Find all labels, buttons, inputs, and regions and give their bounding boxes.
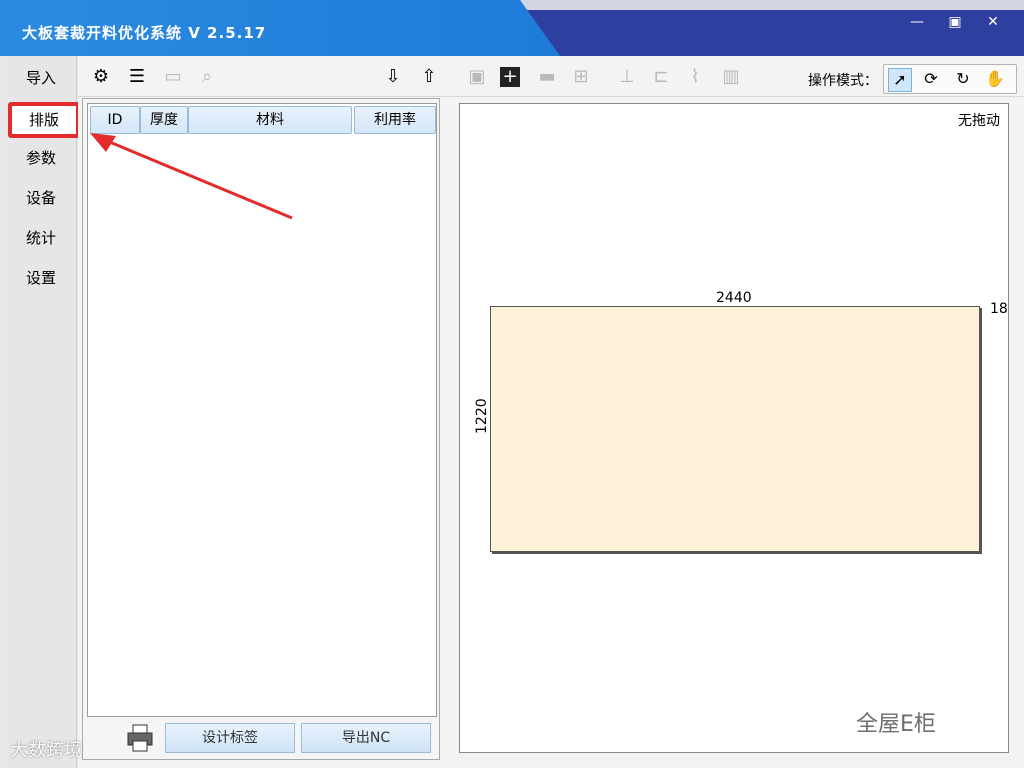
rotate-ccw-icon[interactable]: ↻ — [952, 68, 974, 90]
remove-icon[interactable]: ▬ — [534, 64, 560, 90]
sidebar-item-import[interactable]: 导入 — [6, 62, 76, 94]
sidebar-item-parameters[interactable]: 参数 — [6, 142, 76, 174]
board-canvas[interactable]: 无拖动 2440 18 1220 — [459, 103, 1009, 753]
board-thickness-label: 18 — [990, 301, 1008, 317]
maximize-button[interactable]: ▣ — [938, 12, 972, 34]
column-header-id[interactable]: ID — [90, 106, 140, 134]
hand-icon[interactable]: ✋ — [984, 68, 1006, 90]
search-image-icon[interactable]: ⌕ — [194, 64, 220, 90]
bar-chart-icon[interactable]: ▥ — [718, 64, 744, 90]
layout-table[interactable]: ID 厚度 材料 利用率 — [87, 103, 437, 717]
sidebar-item-layout[interactable]: 排版 — [8, 102, 80, 138]
toolbar: ⚙ ☰ ▭ ⌕ ⇩ ⇧ ▣ + ▬ ⊞ ⊥ ⊏ ⌇ ▥ 操作模式： ➚ ⟳ ↻ … — [78, 58, 1024, 97]
layout-list-panel: ID 厚度 材料 利用率 设计标签 导出NC — [82, 98, 440, 760]
title-bar: 大板套裁开料优化系统 V 2.5.17 — ▣ ✕ — [0, 0, 1024, 56]
board-width-label: 2440 — [716, 290, 752, 306]
chart-icon[interactable]: ⌇ — [682, 64, 708, 90]
add-icon[interactable]: + — [500, 67, 520, 87]
operation-mode-label: 操作模式： — [808, 73, 878, 89]
sidebar-item-statistics[interactable]: 统计 — [6, 222, 76, 254]
main-area: ⚙ ☰ ▭ ⌕ ⇩ ⇧ ▣ + ▬ ⊞ ⊥ ⊏ ⌇ ▥ 操作模式： ➚ ⟳ ↻ … — [78, 56, 1024, 768]
layers-icon[interactable]: ☰ — [124, 64, 150, 90]
drag-status: 无拖动 — [958, 113, 1000, 129]
close-button[interactable]: ✕ — [976, 12, 1010, 34]
sidebar-item-devices[interactable]: 设备 — [6, 182, 76, 214]
board-sheet[interactable] — [490, 306, 980, 552]
gear-icon[interactable]: ⚙ — [88, 64, 114, 90]
align-bottom-icon[interactable]: ⊥ — [614, 64, 640, 90]
column-header-material[interactable]: 材料 — [188, 106, 352, 134]
export-nc-button[interactable]: 导出NC — [301, 723, 431, 753]
align-left-icon[interactable]: ⊏ — [648, 64, 674, 90]
sidebar-item-settings[interactable]: 设置 — [6, 262, 76, 294]
export-icon[interactable]: ⇧ — [416, 64, 442, 90]
operation-mode-group: ➚ ⟳ ↻ ✋ — [883, 64, 1017, 94]
minimize-button[interactable]: — — [900, 12, 934, 34]
pointer-icon[interactable]: ➚ — [888, 68, 912, 92]
watermark-right: 全屋E柜 — [856, 712, 936, 737]
printer-icon[interactable] — [125, 723, 155, 753]
column-header-utilization[interactable]: 利用率 — [354, 106, 436, 134]
sidebar: 导入 排版 参数 设备 统计 设置 — [6, 56, 80, 768]
add-box-icon[interactable]: ⊞ — [568, 64, 594, 90]
watermark-left: 大数跨境 — [10, 740, 82, 761]
board-height-label: 1220 — [474, 398, 490, 434]
rotate-cw-icon[interactable]: ⟳ — [920, 68, 942, 90]
image-icon[interactable]: ▭ — [160, 64, 186, 90]
app-title: 大板套裁开料优化系统 V 2.5.17 — [22, 24, 267, 42]
design-label-button[interactable]: 设计标签 — [165, 723, 295, 753]
column-header-thickness[interactable]: 厚度 — [140, 106, 188, 134]
import-icon[interactable]: ⇩ — [380, 64, 406, 90]
save-icon[interactable]: ▣ — [464, 64, 490, 90]
